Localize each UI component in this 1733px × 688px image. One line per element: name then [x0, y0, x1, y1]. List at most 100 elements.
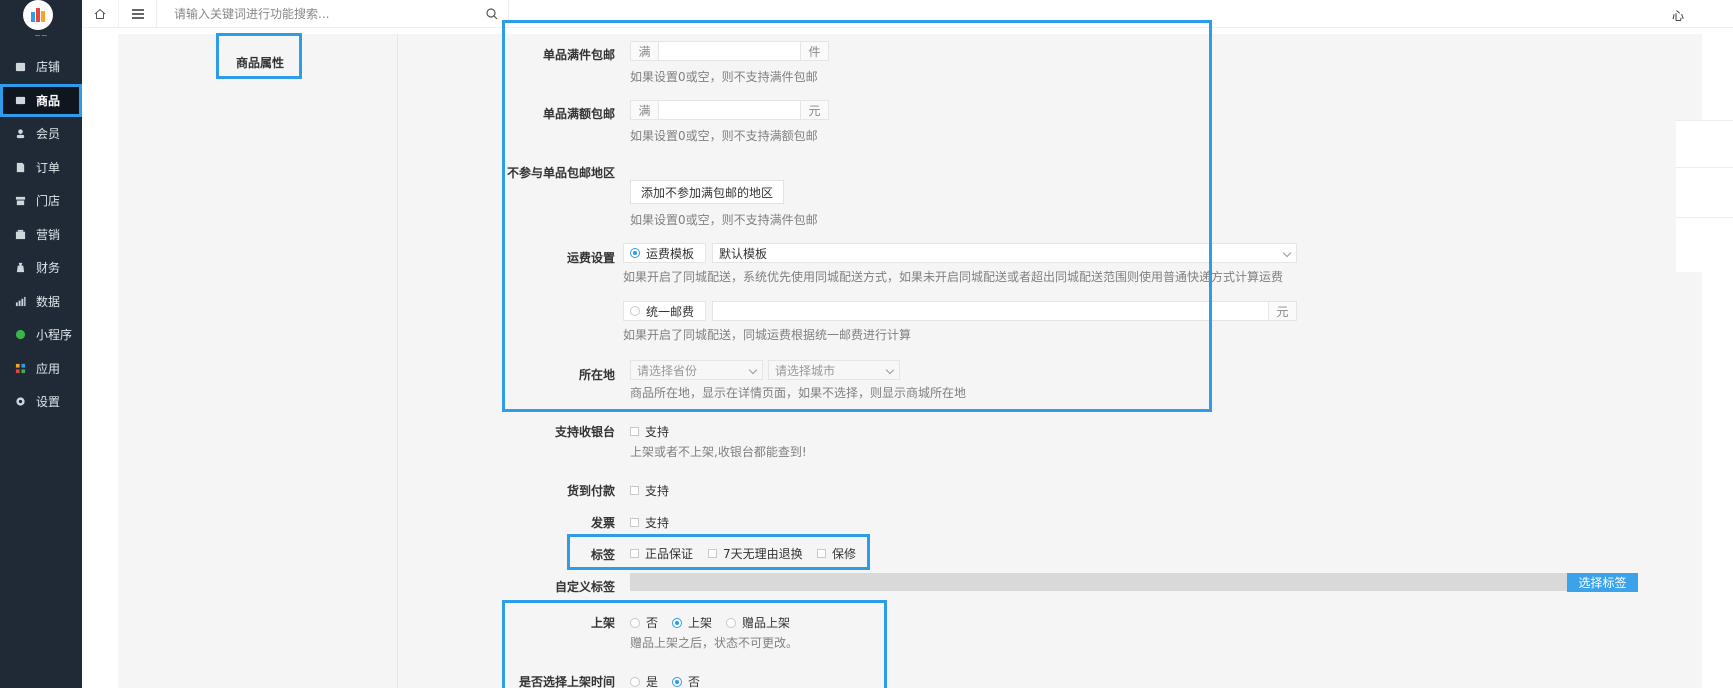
unified-postage-hint: 如果开启了同城配送，同城运费根据统一邮费进行计算 [623, 328, 912, 342]
radio-checked-icon [630, 248, 640, 258]
single-amount-free-input[interactable] [659, 101, 800, 119]
cod-checkbox[interactable]: 支持 [630, 482, 669, 499]
goods-icon [14, 94, 26, 106]
settings-icon [14, 396, 26, 408]
listing-time-radio-no[interactable]: 否 [672, 673, 700, 688]
sidebar-item-goods[interactable]: 商品 [0, 83, 82, 117]
sidebar-item-order[interactable]: 订单 [0, 151, 82, 185]
chevron-down-icon [885, 365, 895, 375]
custom-tags-field[interactable] [630, 573, 1567, 591]
single-qty-free-input[interactable] [659, 42, 800, 60]
sidebar-item-settings[interactable]: 设置 [0, 385, 82, 419]
tag-checkbox-genuine[interactable]: 正品保证 [630, 545, 693, 562]
checkbox-unchecked-icon [630, 518, 639, 527]
shop-icon [14, 195, 26, 207]
order-icon [14, 161, 26, 173]
hamburger-icon [132, 9, 144, 19]
sidebar-item-label: 门店 [36, 194, 61, 209]
sidebar-item-label: 设置 [36, 395, 61, 410]
freight-template-select[interactable]: 默认模板 [712, 243, 1297, 263]
chevron-down-icon [1282, 248, 1292, 258]
listing-label: 上架 [590, 616, 615, 630]
logo-subtitle: ~~ [34, 31, 48, 40]
search-input[interactable] [164, 0, 474, 28]
app-logo[interactable] [23, 0, 53, 30]
sidebar-item-label: 数据 [36, 294, 61, 309]
sidebar-item-label: 订单 [36, 160, 61, 175]
right-panel [1676, 120, 1733, 272]
single-qty-free-hint: 如果设置0或空，则不支持满件包邮 [630, 70, 818, 84]
tag-checkbox-warranty[interactable]: 保修 [817, 545, 856, 562]
sidebar-item-label: 财务 [36, 261, 61, 276]
single-amount-free-input-group: 满 元 [630, 100, 829, 120]
single-amount-free-label: 单品满额包邮 [542, 107, 615, 121]
sidebar-item-label: 会员 [36, 127, 61, 142]
tag-checkbox-7day-return[interactable]: 7天无理由退换 [708, 545, 803, 562]
sidebar-item-label: 店铺 [36, 60, 61, 75]
select-tags-button[interactable]: 选择标签 [1567, 573, 1638, 592]
suffix-label: 件 [800, 42, 828, 60]
sidebar-item-finance[interactable]: 财务 [0, 251, 82, 285]
unified-postage-input[interactable] [713, 302, 1268, 320]
sidebar-item-shop[interactable]: 门店 [0, 184, 82, 218]
prefix-label: 满 [631, 101, 659, 119]
checkbox-unchecked-icon [630, 486, 639, 495]
home-button[interactable] [82, 0, 119, 28]
custom-tags-label: 自定义标签 [554, 580, 615, 594]
province-select[interactable]: 请选择省份 [630, 360, 763, 380]
listing-radio-gift[interactable]: 赠品上架 [726, 614, 790, 631]
cashier-hint: 上架或者不上架,收银台都能查到! [630, 445, 807, 459]
freight-template-radio[interactable]: 运费模板 [623, 243, 706, 263]
single-qty-free-label: 单品满件包邮 [542, 48, 615, 62]
member-icon [14, 128, 26, 140]
cashier-checkbox[interactable]: 支持 [630, 423, 669, 440]
city-select[interactable]: 请选择城市 [768, 360, 900, 380]
finance-icon [14, 262, 26, 274]
listing-radio-no[interactable]: 否 [630, 614, 658, 631]
location-hint: 商品所在地，显示在详情页面，如果不选择，则显示商城所在地 [630, 386, 967, 400]
checkbox-unchecked-icon [630, 549, 639, 558]
sidebar-item-label: 商品 [36, 93, 61, 108]
radio-checked-icon [672, 676, 682, 687]
single-amount-free-hint: 如果设置0或空，则不支持满额包邮 [630, 129, 818, 143]
sidebar-item-apps[interactable]: 应用 [0, 352, 82, 386]
listing-hint: 赠品上架之后，状态不可更改。 [630, 636, 799, 650]
menu-toggle-button[interactable] [120, 0, 157, 28]
sidebar: ~~ 店铺 商品 会员 订单 门店 营销 财务 数据 小程序 应用 设置 [0, 0, 82, 688]
freight-label: 运费设置 [566, 251, 615, 265]
user-center-link[interactable]: 中心 [1672, 7, 1712, 24]
sidebar-item-data[interactable]: 数据 [0, 285, 82, 319]
unit-label: 元 [1268, 302, 1296, 320]
suffix-label: 元 [800, 101, 828, 119]
location-label: 所在地 [578, 368, 615, 382]
search-icon[interactable] [486, 8, 498, 20]
chevron-down-icon [748, 365, 758, 375]
radio-unchecked-icon [726, 617, 736, 628]
sidebar-item-label: 小程序 [36, 328, 73, 343]
store-icon [14, 61, 26, 73]
cashier-label: 支持收银台 [554, 425, 615, 439]
sidebar-item-label: 应用 [36, 361, 61, 376]
section-title: 商品属性 [235, 55, 284, 70]
excluded-region-hint: 如果设置0或空，则不支持满件包邮 [630, 213, 818, 227]
checkbox-unchecked-icon [630, 427, 639, 436]
radio-unchecked-icon [630, 617, 640, 628]
unified-postage-radio[interactable]: 统一邮费 [623, 301, 706, 321]
content-divider [397, 34, 398, 688]
home-icon [94, 8, 106, 19]
invoice-checkbox[interactable]: 支持 [630, 514, 669, 531]
freight-template-hint: 如果开启了同城配送，系统优先使用同城配送方式，如果未开启同城配送或者超出同城配送… [623, 270, 1284, 284]
add-excluded-region-button[interactable]: 添加不参加满包邮的地区 [630, 180, 785, 204]
function-search [164, 0, 509, 28]
excluded-region-label: 不参与单品包邮地区 [506, 166, 615, 180]
radio-unchecked-icon [630, 676, 640, 687]
listing-time-label: 是否选择上架时间 [518, 675, 615, 688]
sidebar-item-store[interactable]: 店铺 [0, 50, 82, 84]
top-bar: 中心 [82, 0, 1733, 28]
sidebar-item-mini-program[interactable]: 小程序 [0, 318, 82, 352]
sidebar-item-member[interactable]: 会员 [0, 117, 82, 151]
listing-radio-on-shelf[interactable]: 上架 [672, 614, 712, 631]
marketing-icon [14, 228, 26, 240]
listing-time-radio-yes[interactable]: 是 [630, 673, 658, 688]
sidebar-item-marketing[interactable]: 营销 [0, 218, 82, 252]
